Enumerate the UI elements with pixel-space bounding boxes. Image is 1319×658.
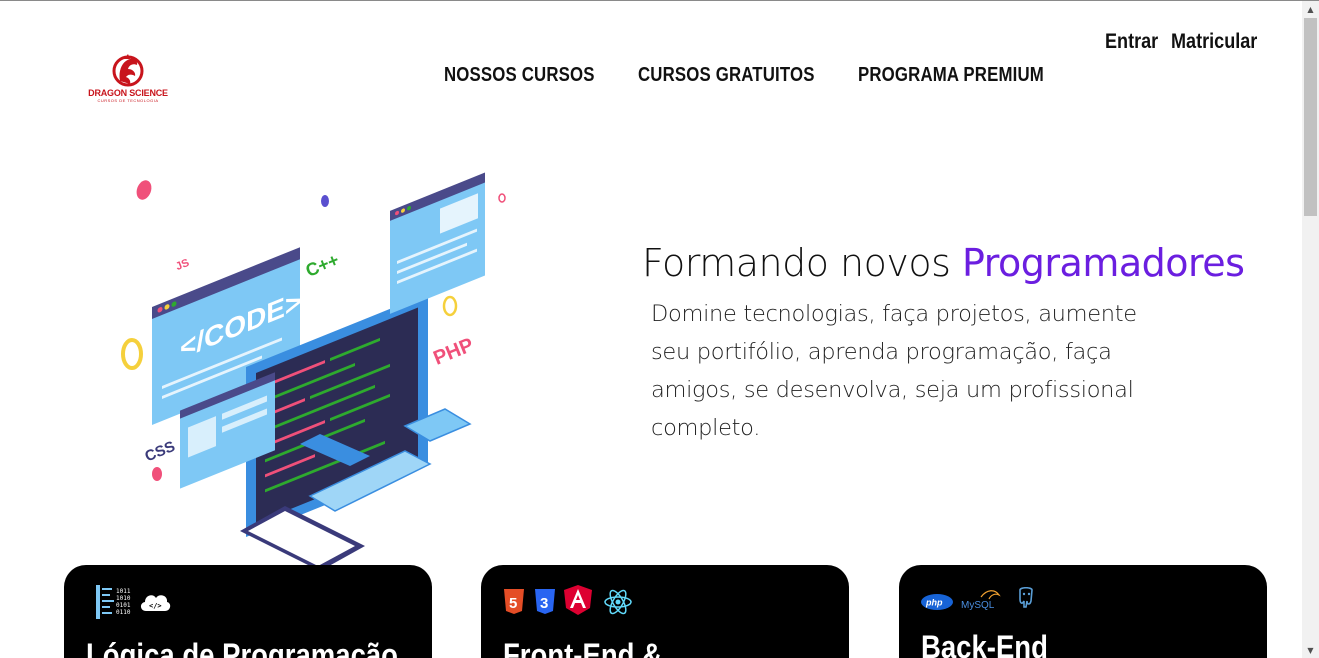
course-card-frontend[interactable]: 5 3 Front-End & [481,565,849,658]
course-card-logica[interactable]: 1011 1010 0101 0110 </> Lógica de Progra… [64,565,432,658]
course-card-backend[interactable]: php MySQL Back-End [899,565,1267,658]
login-link[interactable]: Entrar [1105,30,1158,54]
brand-logo[interactable]: DRAGON SCIENCE CURSOS DE TECNOLOGIA [82,53,174,105]
svg-text:0101: 0101 [116,602,131,609]
course-card-title: Lógica de Programação [86,637,398,658]
postgresql-icon [1019,587,1033,608]
mysql-icon: MySQL [961,590,1001,611]
angular-icon [564,585,592,615]
svg-text:</>: </> [149,602,162,610]
signup-link[interactable]: Matricular [1171,30,1257,54]
vertical-scrollbar[interactable]: ▲ ▼ [1302,1,1319,658]
svg-text:1011: 1011 [116,588,131,595]
brand-tagline: CURSOS DE TECNOLOGIA [97,98,159,103]
hero-headline-prefix: Formando novos [642,241,962,285]
svg-text:0110: 0110 [116,609,131,616]
scrollbar-thumb[interactable] [1304,18,1317,216]
brand-name: DRAGON SCIENCE [88,88,168,98]
php-icon: php [921,594,953,610]
hero-illustration: HTML C++ JS PHP CSS </CODE> [100,166,520,571]
hero-headline-accent: Programadores [962,241,1245,285]
svg-text:5: 5 [509,595,517,612]
html5-icon: 5 [504,589,524,614]
svg-text:1010: 1010 [116,595,131,602]
cpp-label: C++ [303,250,342,281]
svg-text:3: 3 [540,595,548,612]
cloud-code-icon: </> [140,595,171,611]
nav-item-nossos-cursos[interactable]: NOSSOS CURSOS [444,64,595,87]
css3-icon: 3 [535,589,555,614]
scroll-up-arrow-icon[interactable]: ▲ [1302,1,1319,18]
react-icon [604,589,632,615]
hero-description: Domine tecnologias, faça projetos, aumen… [651,301,1137,441]
css-label: CSS [143,438,178,465]
svg-text:php: php [925,598,943,608]
svg-text:MySQL: MySQL [961,600,995,611]
js-label: JS [174,257,191,273]
dragon-icon [112,54,144,87]
course-card-title: Front-End & [503,637,662,658]
php-label: PHP [430,334,476,370]
course-card-title: Back-End [921,629,1048,658]
nav-item-programa-premium[interactable]: PROGRAMA PREMIUM [858,64,1044,87]
nav-item-cursos-gratuitos[interactable]: CURSOS GRATUITOS [638,64,815,87]
scroll-down-arrow-icon[interactable]: ▼ [1302,642,1319,658]
hero-headline: Formando novos Programadores [642,241,1245,285]
